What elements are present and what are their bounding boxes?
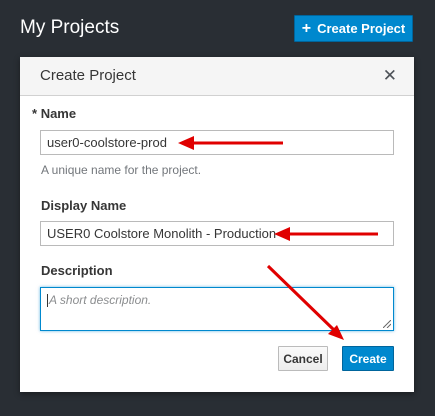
description-textarea[interactable]: A short description. bbox=[40, 287, 394, 331]
name-help-text: A unique name for the project. bbox=[41, 163, 202, 177]
close-icon[interactable]: ✕ bbox=[383, 66, 397, 86]
description-label: Description bbox=[41, 263, 113, 278]
plus-icon: + bbox=[301, 19, 312, 37]
create-button[interactable]: Create bbox=[342, 346, 394, 371]
page-title: My Projects bbox=[20, 17, 120, 38]
modal-title: Create Project bbox=[40, 67, 136, 84]
create-project-modal: Create Project ✕ * Name user0-coolstore-… bbox=[20, 57, 414, 392]
resize-handle-icon[interactable] bbox=[383, 320, 391, 328]
display-name-input[interactable]: USER0 Coolstore Monolith - Production bbox=[40, 221, 394, 246]
display-name-input-value: USER0 Coolstore Monolith - Production bbox=[47, 226, 277, 241]
create-project-button[interactable]: + Create Project bbox=[294, 15, 413, 42]
name-input[interactable]: user0-coolstore-prod bbox=[40, 130, 394, 155]
name-label-row: * Name bbox=[32, 106, 76, 121]
text-caret bbox=[47, 294, 48, 308]
name-label: Name bbox=[40, 106, 77, 121]
modal-header: Create Project ✕ bbox=[20, 57, 414, 96]
name-input-value: user0-coolstore-prod bbox=[47, 135, 167, 150]
display-name-label: Display Name bbox=[41, 198, 127, 213]
required-marker: * bbox=[32, 106, 38, 121]
create-project-button-label: Create Project bbox=[317, 21, 406, 36]
cancel-button[interactable]: Cancel bbox=[278, 346, 328, 371]
description-placeholder: A short description. bbox=[49, 293, 152, 307]
